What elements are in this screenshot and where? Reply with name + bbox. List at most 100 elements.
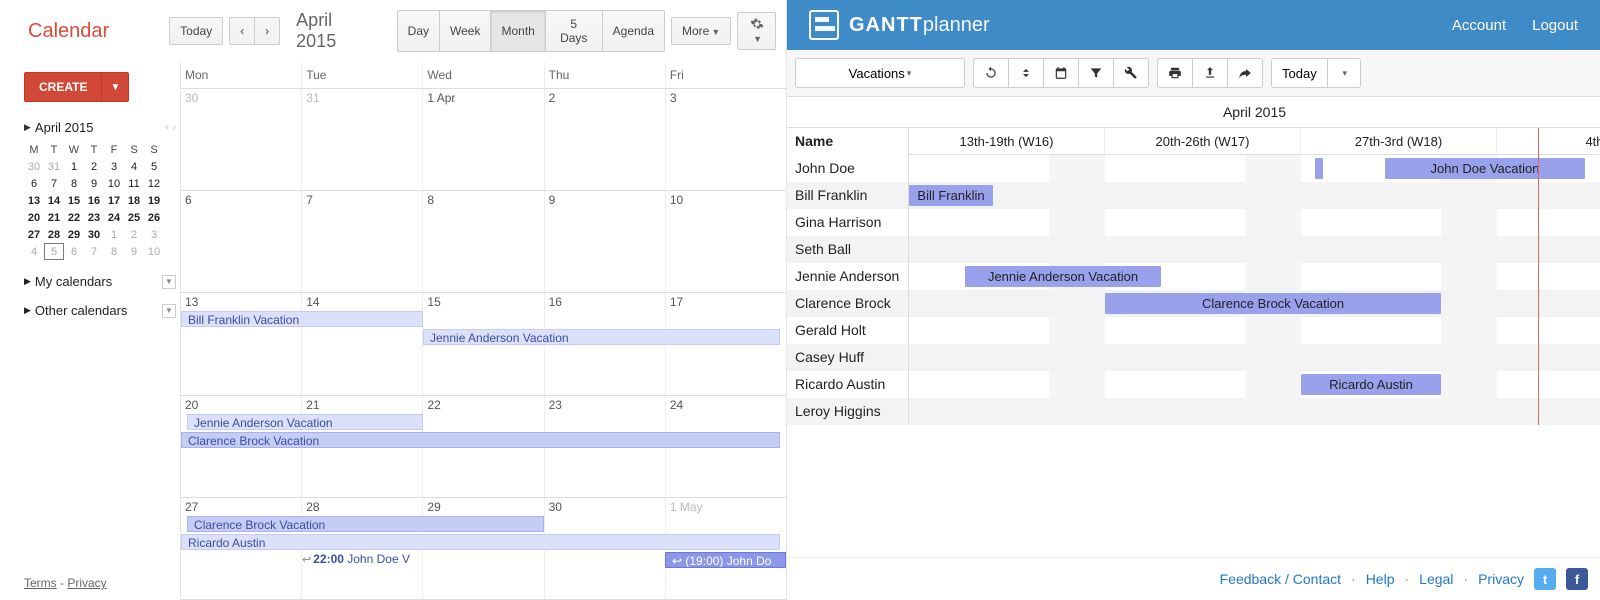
facebook-icon[interactable]: f (1566, 568, 1588, 590)
gp-today-button[interactable]: Today (1271, 58, 1328, 88)
dropdown-icon[interactable]: ▼ (162, 304, 176, 318)
person-row[interactable]: Bill Franklin (787, 182, 908, 209)
other-calendars-section[interactable]: ▶ Other calendars ▼ (24, 303, 176, 318)
person-row[interactable]: John Doe (787, 155, 908, 182)
gantt-bar[interactable]: John Doe Vacation (1385, 158, 1585, 179)
twitter-icon[interactable]: t (1534, 568, 1556, 590)
mini-day[interactable]: 5 (44, 243, 64, 260)
day-cell[interactable]: 9 (544, 191, 665, 292)
mini-day[interactable]: 26 (144, 209, 164, 226)
gantt-bar[interactable]: Bill Franklin (909, 185, 993, 206)
calendar-event[interactable]: Bill Franklin Vacation (181, 311, 423, 327)
logout-link[interactable]: Logout (1532, 17, 1578, 34)
mini-day[interactable]: 6 (64, 243, 84, 260)
gantt-bar[interactable]: Ricardo Austin (1301, 374, 1441, 395)
wrench-button[interactable] (1113, 58, 1149, 88)
settings-button[interactable]: ▼ (737, 12, 776, 51)
timeline-row[interactable] (909, 317, 1600, 344)
prev-button[interactable]: ‹ (229, 17, 255, 45)
mini-day[interactable]: 29 (64, 226, 84, 243)
person-row[interactable]: Clarence Brock (787, 290, 908, 317)
view-agenda[interactable]: Agenda (602, 10, 665, 52)
calendar-event[interactable]: Clarence Brock Vacation (187, 516, 544, 532)
mini-day[interactable]: 10 (104, 175, 124, 192)
export-button[interactable] (1192, 58, 1228, 88)
mini-day[interactable]: 25 (124, 209, 144, 226)
mini-day[interactable]: 19 (144, 192, 164, 209)
mini-day[interactable]: 22 (64, 209, 84, 226)
timeline-row[interactable] (909, 236, 1600, 263)
mini-day[interactable]: 17 (104, 192, 124, 209)
timeline-row[interactable]: Jennie Anderson Vacation (909, 263, 1600, 290)
mini-day[interactable]: 4 (24, 243, 44, 260)
mini-day[interactable]: 6 (24, 175, 44, 192)
day-cell[interactable]: 31 (301, 89, 422, 190)
feedback-link[interactable]: Feedback / Contact (1220, 571, 1341, 587)
mini-next[interactable]: › (173, 122, 176, 133)
day-cell[interactable]: 14 (301, 293, 422, 394)
mini-day[interactable]: 12 (144, 175, 164, 192)
refresh-button[interactable] (973, 58, 1009, 88)
timeline-row[interactable]: John Doe Vacation (909, 155, 1600, 182)
view-week[interactable]: Week (439, 10, 491, 52)
timeline-row[interactable]: Bill Franklin (909, 182, 1600, 209)
mini-day[interactable]: 3 (104, 158, 124, 175)
timeline-row[interactable] (909, 344, 1600, 371)
more-button[interactable]: More▼ (671, 17, 731, 45)
timeline-row[interactable]: Ricardo Austin (909, 371, 1600, 398)
mini-day[interactable]: 2 (124, 226, 144, 243)
calendar-event[interactable]: Jennie Anderson Vacation (187, 414, 423, 430)
mini-day[interactable]: 16 (84, 192, 104, 209)
view-month[interactable]: Month (490, 10, 545, 52)
mini-day[interactable]: 23 (84, 209, 104, 226)
person-row[interactable]: Jennie Anderson (787, 263, 908, 290)
terms-link[interactable]: Terms (24, 576, 57, 590)
person-row[interactable]: Ricardo Austin (787, 371, 908, 398)
calendar-event[interactable]: Clarence Brock Vacation (181, 432, 780, 448)
mini-day[interactable]: 31 (44, 158, 64, 175)
day-cell[interactable]: 8 (422, 191, 543, 292)
mini-day[interactable]: 2 (84, 158, 104, 175)
person-row[interactable]: Seth Ball (787, 236, 908, 263)
mini-day[interactable]: 4 (124, 158, 144, 175)
gp-today-dropdown[interactable]: ▾ (1327, 58, 1361, 88)
mini-day[interactable]: 30 (24, 158, 44, 175)
sort-button[interactable] (1008, 58, 1044, 88)
mini-day[interactable]: 30 (84, 226, 104, 243)
today-button[interactable]: Today (169, 17, 223, 45)
mini-day[interactable]: 24 (104, 209, 124, 226)
mini-day[interactable]: 14 (44, 192, 64, 209)
legal-link[interactable]: Legal (1419, 571, 1453, 587)
mini-day[interactable]: 3 (144, 226, 164, 243)
mini-day[interactable]: 10 (144, 243, 164, 260)
mini-day[interactable]: 7 (44, 175, 64, 192)
mini-day[interactable]: 8 (64, 175, 84, 192)
mini-day[interactable]: 13 (24, 192, 44, 209)
mini-day[interactable]: 27 (24, 226, 44, 243)
day-cell[interactable]: 2 (544, 89, 665, 190)
mini-day[interactable]: 8 (104, 243, 124, 260)
gp-logo[interactable]: GANTTplanner (809, 10, 990, 40)
print-button[interactable] (1157, 58, 1193, 88)
month-grid[interactable]: 30311 Apr236789101314151617Bill Franklin… (181, 89, 786, 600)
mini-cal-header[interactable]: ▶ April 2015 ‹› (24, 120, 176, 135)
mini-day[interactable]: 1 (104, 226, 124, 243)
calendar-event[interactable]: ↩ (19:00) John Do (665, 552, 786, 568)
day-cell[interactable]: 6 (181, 191, 301, 292)
mini-prev[interactable]: ‹ (165, 122, 168, 133)
person-row[interactable]: Gina Harrison (787, 209, 908, 236)
my-calendars-section[interactable]: ▶ My calendars ▼ (24, 274, 176, 289)
calendar-event[interactable]: ↩22:00 John Doe V (302, 552, 417, 566)
gp-privacy-link[interactable]: Privacy (1478, 571, 1524, 587)
day-cell[interactable]: 3 (665, 89, 786, 190)
vacations-dropdown[interactable]: Vacations ▾ (795, 58, 965, 88)
gcal-logo[interactable]: Calendar (28, 20, 109, 43)
gp-timeline[interactable]: 13th-19th (W16)20th-26th (W17)27th-3rd (… (909, 128, 1600, 425)
calendar-event[interactable]: Jennie Anderson Vacation (423, 329, 780, 345)
mini-day[interactable]: 11 (124, 175, 144, 192)
mini-day[interactable]: 18 (124, 192, 144, 209)
timeline-row[interactable] (909, 209, 1600, 236)
mini-day[interactable]: 15 (64, 192, 84, 209)
day-cell[interactable]: 10 (665, 191, 786, 292)
mini-day[interactable]: 7 (84, 243, 104, 260)
